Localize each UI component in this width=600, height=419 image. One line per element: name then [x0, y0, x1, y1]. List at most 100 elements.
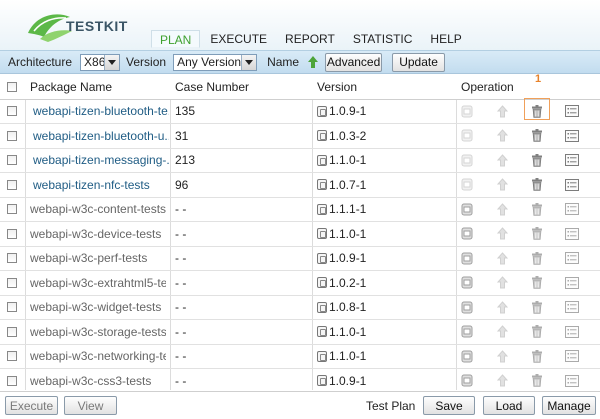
nav-help[interactable]: HELP: [422, 30, 469, 48]
detail-list-icon[interactable]: [564, 247, 580, 271]
package-icon[interactable]: [459, 320, 475, 344]
upgrade-arrow-icon[interactable]: [494, 149, 510, 173]
table-row[interactable]: webapi-w3c-perf-tests - - 1.0.9-1: [0, 247, 600, 271]
row-checkbox[interactable]: [7, 155, 17, 166]
package-icon[interactable]: [459, 296, 475, 320]
package-name[interactable]: webapi-tizen-messaging-...: [33, 149, 169, 173]
detail-list-icon[interactable]: [564, 222, 580, 246]
package-name: webapi-w3c-perf-tests: [30, 251, 148, 266]
nav-report[interactable]: REPORT: [277, 30, 343, 48]
row-checkbox[interactable]: [7, 326, 17, 337]
uninstall-trash-icon[interactable]: [529, 198, 545, 222]
upgrade-arrow-icon[interactable]: [494, 124, 510, 148]
uninstall-trash-icon[interactable]: [529, 247, 545, 271]
detail-list-icon[interactable]: [564, 271, 580, 295]
update-button[interactable]: Update: [392, 52, 446, 72]
table-row[interactable]: webapi-w3c-widget-tests - - 1.0.8-1: [0, 296, 600, 320]
version-icon: [317, 228, 327, 240]
detail-list-icon[interactable]: [564, 296, 580, 320]
name-sort-icon[interactable]: [307, 55, 319, 69]
execute-button[interactable]: Execute: [5, 396, 58, 415]
row-checkbox[interactable]: [7, 179, 17, 190]
advanced-button[interactable]: Advanced: [325, 52, 383, 72]
upgrade-arrow-icon[interactable]: [494, 296, 510, 320]
uninstall-trash-icon[interactable]: [529, 345, 545, 369]
header-case-number[interactable]: Case Number: [175, 75, 305, 99]
package-icon[interactable]: [459, 222, 475, 246]
detail-list-icon[interactable]: [564, 369, 580, 393]
header-package-name[interactable]: Package Name: [30, 75, 168, 99]
version-select[interactable]: Any Version: [173, 53, 258, 71]
nav-statistic[interactable]: STATISTIC: [345, 30, 421, 48]
load-button[interactable]: Load: [483, 396, 535, 415]
detail-list-icon[interactable]: [564, 173, 580, 197]
package-icon[interactable]: [459, 198, 475, 222]
upgrade-arrow-icon[interactable]: [494, 222, 510, 246]
row-checkbox[interactable]: [7, 130, 17, 141]
package-icon[interactable]: [459, 271, 475, 295]
table-row[interactable]: webapi-w3c-content-tests - - 1.1.1-1: [0, 198, 600, 222]
uninstall-trash-icon[interactable]: [529, 173, 545, 197]
row-checkbox[interactable]: [7, 277, 17, 288]
detail-list-icon[interactable]: [564, 198, 580, 222]
table-row[interactable]: webapi-tizen-messaging-... 213 1.1.0-1: [0, 149, 600, 173]
manage-button[interactable]: Manage: [542, 396, 596, 415]
uninstall-trash-icon[interactable]: [529, 149, 545, 173]
package-name[interactable]: webapi-tizen-bluetooth-te...: [33, 100, 169, 124]
row-checkbox[interactable]: [7, 375, 17, 386]
upgrade-arrow-icon[interactable]: [494, 345, 510, 369]
nav-plan[interactable]: PLAN: [151, 30, 201, 48]
table-row[interactable]: webapi-w3c-networking-te... - - 1.1.0-1: [0, 345, 600, 369]
package-icon[interactable]: [459, 247, 475, 271]
row-checkbox[interactable]: [7, 253, 17, 264]
view-button[interactable]: View: [64, 396, 117, 415]
package-icon[interactable]: [459, 369, 475, 393]
upgrade-arrow-icon[interactable]: [494, 320, 510, 344]
table-row[interactable]: webapi-w3c-css3-tests - - 1.0.9-1: [0, 369, 600, 394]
upgrade-arrow-icon[interactable]: [494, 247, 510, 271]
architecture-select[interactable]: X86: [80, 53, 121, 71]
case-number: - -: [175, 373, 187, 388]
save-button[interactable]: Save: [423, 396, 475, 415]
upgrade-arrow-icon[interactable]: [494, 198, 510, 222]
package-icon[interactable]: [459, 149, 475, 173]
upgrade-arrow-icon[interactable]: [494, 369, 510, 393]
row-checkbox[interactable]: [7, 228, 17, 239]
architecture-value: X86: [84, 55, 106, 69]
detail-list-icon[interactable]: [564, 345, 580, 369]
package-name[interactable]: webapi-tizen-bluetooth-u...: [33, 124, 169, 148]
detail-list-icon[interactable]: [564, 149, 580, 173]
upgrade-arrow-icon[interactable]: [494, 100, 510, 124]
package-icon[interactable]: [459, 100, 475, 124]
detail-list-icon[interactable]: [564, 320, 580, 344]
row-checkbox[interactable]: [7, 302, 17, 313]
row-checkbox[interactable]: [7, 204, 17, 215]
uninstall-trash-icon[interactable]: [529, 296, 545, 320]
uninstall-trash-icon[interactable]: [529, 222, 545, 246]
package-icon[interactable]: [459, 124, 475, 148]
package-icon[interactable]: [459, 173, 475, 197]
detail-list-icon[interactable]: [564, 100, 580, 124]
detail-list-icon[interactable]: [564, 124, 580, 148]
table-row[interactable]: webapi-w3c-storage-tests - - 1.1.0-1: [0, 320, 600, 345]
header-version[interactable]: Version: [317, 75, 447, 99]
upgrade-arrow-icon[interactable]: [494, 173, 510, 197]
package-icon[interactable]: [459, 345, 475, 369]
upgrade-arrow-icon[interactable]: [494, 271, 510, 295]
uninstall-trash-icon[interactable]: [529, 320, 545, 344]
select-all-checkbox[interactable]: [7, 81, 17, 92]
nav-execute[interactable]: EXECUTE: [202, 30, 275, 48]
table-row[interactable]: webapi-tizen-bluetooth-u... 31 1.0.3-2: [0, 124, 600, 149]
table-row[interactable]: webapi-w3c-device-tests - - 1.1.0-1: [0, 222, 600, 247]
package-name[interactable]: webapi-tizen-nfc-tests: [33, 173, 169, 197]
table-row[interactable]: webapi-tizen-bluetooth-te... 135 1.0.9-1: [0, 100, 600, 124]
uninstall-trash-icon[interactable]: [529, 124, 545, 148]
version-value: 1.1.0-1: [329, 349, 367, 364]
uninstall-trash-icon[interactable]: [529, 271, 545, 295]
uninstall-trash-icon[interactable]: [529, 369, 545, 393]
version-value: 1.1.0-1: [329, 153, 367, 168]
row-checkbox[interactable]: [7, 106, 17, 117]
table-row[interactable]: webapi-tizen-nfc-tests 96 1.0.7-1: [0, 173, 600, 198]
row-checkbox[interactable]: [7, 351, 17, 362]
table-row[interactable]: webapi-w3c-extrahtml5-te... - - 1.0.2-1: [0, 271, 600, 296]
